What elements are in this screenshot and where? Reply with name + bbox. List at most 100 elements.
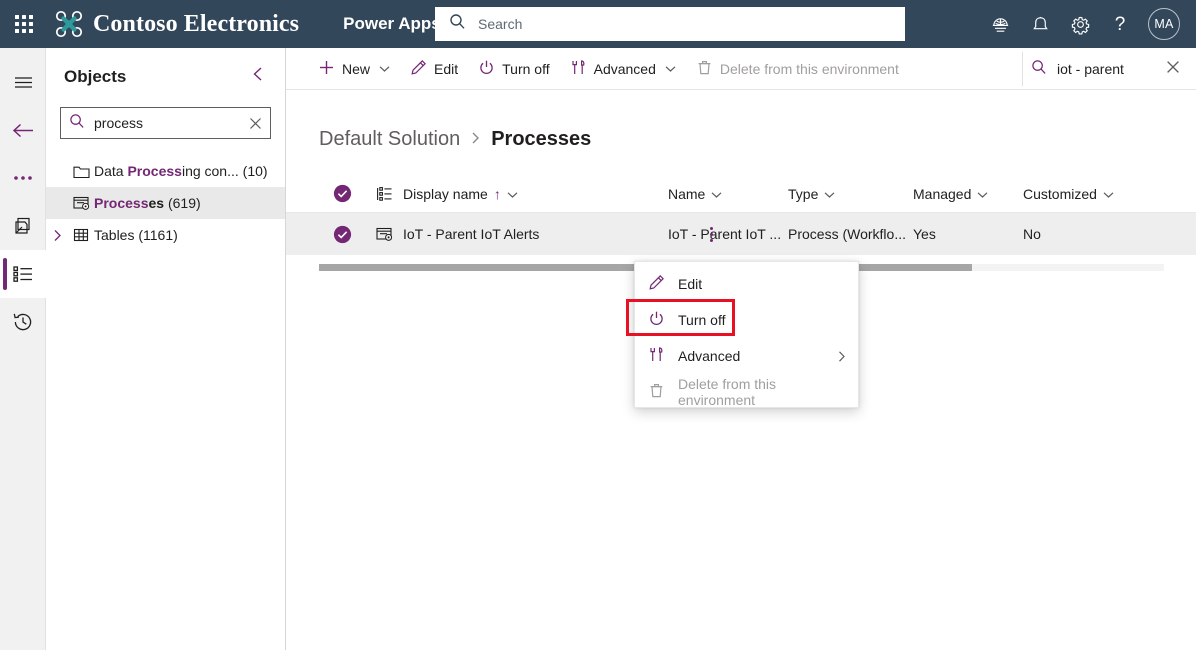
solutions-icon[interactable] <box>0 202 46 250</box>
chevron-down-icon <box>379 65 390 73</box>
breadcrumb-current: Processes <box>491 128 592 150</box>
recent-history-icon[interactable] <box>0 298 46 346</box>
breadcrumb-parent[interactable]: Default Solution <box>319 128 460 151</box>
folder-icon <box>68 164 94 179</box>
notifications-bell-icon[interactable] <box>1020 0 1060 48</box>
tools-icon <box>570 59 587 79</box>
chevron-down-icon[interactable] <box>824 186 835 202</box>
tree-item-tables[interactable]: Tables (1161) <box>46 219 285 251</box>
pencil-icon <box>648 274 665 294</box>
power-icon <box>648 310 665 330</box>
avatar[interactable]: MA <box>1148 8 1180 40</box>
global-search-input[interactable]: Search <box>435 7 905 41</box>
search-icon <box>449 13 466 35</box>
sort-ascending-icon: ↑ <box>493 185 501 202</box>
cell-name: IoT - Parent IoT ... <box>668 226 782 242</box>
row-checkbox[interactable] <box>319 225 365 244</box>
table-icon <box>68 228 94 243</box>
chevron-down-icon[interactable] <box>977 186 988 202</box>
top-header-bar: Contoso Electronics Power Apps Search ? … <box>0 0 1196 48</box>
chevron-down-icon[interactable] <box>507 186 518 202</box>
delete-from-environment-button: Delete from this environment <box>686 48 909 90</box>
column-options-icon[interactable] <box>365 186 403 202</box>
column-header-managed[interactable]: Managed <box>913 186 1023 202</box>
context-menu-item-advanced[interactable]: Advanced <box>635 338 858 374</box>
search-icon <box>69 113 85 134</box>
display-name-link[interactable]: IoT - Parent IoT Alerts <box>403 226 539 242</box>
more-ellipsis-icon[interactable] <box>0 154 46 202</box>
contoso-logo-icon <box>54 9 84 39</box>
grid-header-row: Display name ↑ Name Type Managed Customi… <box>286 175 1196 213</box>
processes-grid: Display name ↑ Name Type Managed Customi… <box>286 175 1196 255</box>
edit-button[interactable]: Edit <box>400 48 468 90</box>
objects-search-input[interactable]: process <box>60 107 271 139</box>
context-menu-label: Advanced <box>678 348 741 364</box>
tools-icon <box>648 346 665 366</box>
trash-icon <box>648 382 665 402</box>
advanced-button-label: Advanced <box>593 60 656 77</box>
help-question-icon[interactable]: ? <box>1100 0 1140 48</box>
chevron-down-icon[interactable] <box>711 186 722 202</box>
environment-globe-icon[interactable] <box>980 0 1020 48</box>
hamburger-menu-icon[interactable] <box>0 58 46 106</box>
turn-off-button-label: Turn off <box>502 60 550 77</box>
chevron-right-icon <box>837 350 847 363</box>
context-menu-item-turn-off[interactable]: Turn off <box>635 302 858 338</box>
context-menu-label: Turn off <box>678 312 726 328</box>
column-label: Type <box>788 185 819 202</box>
trash-icon <box>696 59 713 79</box>
column-header-type[interactable]: Type <box>788 186 913 202</box>
advanced-button[interactable]: Advanced <box>560 48 686 90</box>
global-search-placeholder: Search <box>478 16 523 32</box>
chevron-down-icon <box>665 65 676 73</box>
tree-item-processes[interactable]: Processes (619) <box>46 187 285 219</box>
new-button[interactable]: New <box>308 48 400 90</box>
delete-button-label: Delete from this environment <box>719 60 899 77</box>
context-menu-item-edit[interactable]: Edit <box>635 266 858 302</box>
select-all-check-icon[interactable] <box>319 184 365 203</box>
table-row[interactable]: IoT - Parent IoT Alerts IoT - Parent IoT… <box>286 213 1196 255</box>
header-icon-group: ? MA <box>980 0 1192 48</box>
close-icon[interactable] <box>1166 60 1180 79</box>
app-launcher-button[interactable] <box>0 0 48 48</box>
chevron-down-icon[interactable] <box>1103 186 1114 202</box>
grid-search-input[interactable]: iot - parent <box>1022 52 1188 86</box>
column-label: Name <box>668 185 706 202</box>
app-name: Power Apps <box>343 14 441 33</box>
chevron-right-icon <box>470 128 481 151</box>
left-nav-rail <box>0 48 46 650</box>
cell-managed: Yes <box>913 226 936 242</box>
context-menu-label: Edit <box>678 276 703 292</box>
turn-off-button[interactable]: Turn off <box>468 48 559 90</box>
back-arrow-icon[interactable] <box>0 106 46 154</box>
app-launcher-icon <box>15 15 33 33</box>
column-label: Managed <box>913 185 972 202</box>
process-row-icon <box>365 227 403 242</box>
pencil-icon <box>410 59 427 79</box>
tree-item-label: Tables (1161) <box>94 227 178 243</box>
column-header-name[interactable]: Name <box>668 186 788 202</box>
cell-customized: No <box>1023 226 1041 242</box>
close-icon[interactable] <box>249 117 262 130</box>
command-bar: New Edit Turn off Advanced Delete from t… <box>286 48 1196 90</box>
brand-name: Contoso Electronics <box>93 10 300 37</box>
cell-display-name[interactable]: IoT - Parent IoT Alerts <box>403 226 713 242</box>
column-header-display-name[interactable]: Display name ↑ <box>403 186 668 202</box>
objects-tree: Data Processing con... (10) Processes (6… <box>46 155 285 251</box>
more-vertical-icon[interactable] <box>700 221 722 247</box>
breadcrumb: Default Solution Processes <box>286 90 1196 151</box>
tree-item-label: Data Processing con... (10) <box>94 163 268 179</box>
context-menu-item-delete: Delete from this environment <box>635 374 858 410</box>
chevron-right-icon[interactable] <box>46 229 68 242</box>
context-menu-label: Delete from this environment <box>678 376 777 408</box>
sidebar-item-objects[interactable] <box>0 250 46 298</box>
column-label: Display name <box>403 185 488 202</box>
tree-item-data-processing[interactable]: Data Processing con... (10) <box>46 155 285 187</box>
settings-gear-icon[interactable] <box>1060 0 1100 48</box>
chevron-left-icon[interactable] <box>247 62 269 91</box>
plus-icon <box>318 59 335 79</box>
column-header-customized[interactable]: Customized <box>1023 186 1143 202</box>
power-icon <box>478 59 495 79</box>
edit-button-label: Edit <box>434 60 459 77</box>
objects-search-value: process <box>94 115 144 131</box>
